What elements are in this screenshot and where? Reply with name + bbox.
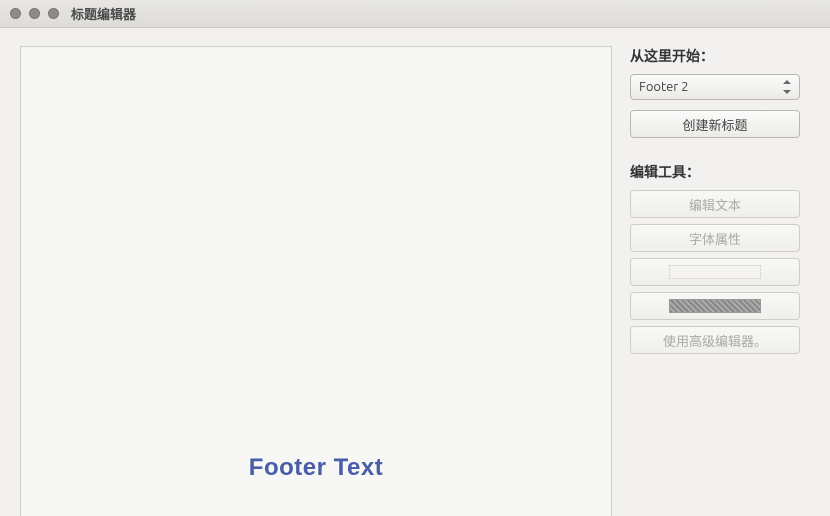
preview-canvas[interactable]: Footer Text (20, 46, 612, 516)
close-window-button[interactable] (10, 8, 21, 19)
sidebar-panel: 从这里开始： Footer 2 创建新标题 编辑工具： 编辑文本 字体属性 (612, 28, 830, 516)
dropdown-selected-value: Footer 2 (639, 80, 689, 94)
advanced-editor-label: 使用高级编辑器。 (663, 331, 767, 350)
chevron-updown-icon (781, 80, 791, 94)
tools-section-label: 编辑工具： (630, 162, 816, 182)
background-color-swatch (669, 299, 761, 313)
text-color-swatch (669, 265, 761, 279)
footer-text-preview[interactable]: Footer Text (21, 454, 611, 482)
text-color-swatch-button[interactable] (630, 258, 800, 286)
minimize-window-button[interactable] (29, 8, 40, 19)
title-editor-window: 标题编辑器 Footer Text 从这里开始： Footer 2 创建新标题 … (0, 0, 830, 516)
maximize-window-button[interactable] (48, 8, 59, 19)
edit-text-label: 编辑文本 (689, 195, 741, 214)
create-new-title-label: 创建新标题 (682, 115, 747, 134)
font-properties-label: 字体属性 (689, 229, 741, 248)
font-properties-button[interactable]: 字体属性 (630, 224, 800, 252)
advanced-editor-button[interactable]: 使用高级编辑器。 (630, 326, 800, 354)
edit-text-button[interactable]: 编辑文本 (630, 190, 800, 218)
canvas-wrap: Footer Text (0, 28, 612, 516)
window-titlebar[interactable]: 标题编辑器 (0, 0, 830, 28)
create-new-title-button[interactable]: 创建新标题 (630, 110, 800, 138)
background-color-swatch-button[interactable] (630, 292, 800, 320)
window-title: 标题编辑器 (71, 4, 136, 23)
window-controls (10, 8, 59, 19)
window-content: Footer Text 从这里开始： Footer 2 创建新标题 编辑工具： … (0, 28, 830, 516)
title-preset-dropdown[interactable]: Footer 2 (630, 74, 800, 100)
start-section-label: 从这里开始： (630, 46, 816, 66)
